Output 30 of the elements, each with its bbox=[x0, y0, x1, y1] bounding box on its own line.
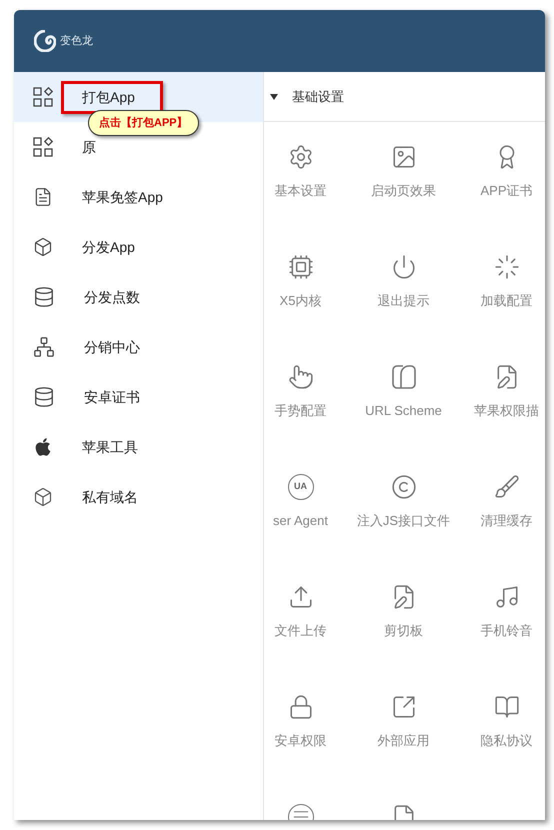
tile-label: 注入JS接口文件 bbox=[356, 512, 450, 530]
ua-icon: UA bbox=[288, 474, 314, 500]
menu-label: 安卓证书 bbox=[83, 388, 141, 406]
tile-label: 苹果权限描 bbox=[474, 402, 539, 420]
tile-label: 退出提示 bbox=[378, 292, 430, 310]
menu-label: 苹果免签App bbox=[81, 188, 164, 207]
tile-label: X5内核 bbox=[280, 292, 322, 310]
section-title: 基础设置 bbox=[292, 88, 344, 106]
menu-label: 分销中心 bbox=[83, 338, 141, 356]
tile-label: 隐私协议 bbox=[480, 732, 532, 750]
brand-name: 变色龙 bbox=[60, 34, 93, 49]
tile-label: 文件上传 bbox=[274, 622, 326, 640]
tile-label: 手势配置 bbox=[274, 402, 326, 420]
tile-label: 启动页效果 bbox=[371, 182, 436, 200]
tile-label: ser Agent bbox=[273, 512, 328, 530]
tooltip: 点击【打包APP】 bbox=[88, 110, 199, 136]
tile-label: URL Scheme bbox=[365, 402, 442, 420]
tile-label: 剪切板 bbox=[384, 622, 423, 640]
menu-label: 原 bbox=[81, 138, 97, 156]
menu-label: 分发点数 bbox=[83, 288, 141, 306]
tile-label: 安卓权限 bbox=[274, 732, 326, 750]
tile-label: 加载配置 bbox=[480, 292, 532, 310]
menu-label: 分发App bbox=[81, 238, 136, 257]
tile-label: 手机铃音 bbox=[480, 622, 532, 640]
tile-label: APP证书 bbox=[480, 182, 532, 200]
tile-label: 外部应用 bbox=[378, 732, 430, 750]
tile-label: 清理缓存 bbox=[480, 512, 532, 530]
menu-label: 苹果工具 bbox=[81, 438, 139, 456]
tile-label: 基本设置 bbox=[274, 182, 326, 200]
menu-label: 私有域名 bbox=[81, 488, 139, 506]
